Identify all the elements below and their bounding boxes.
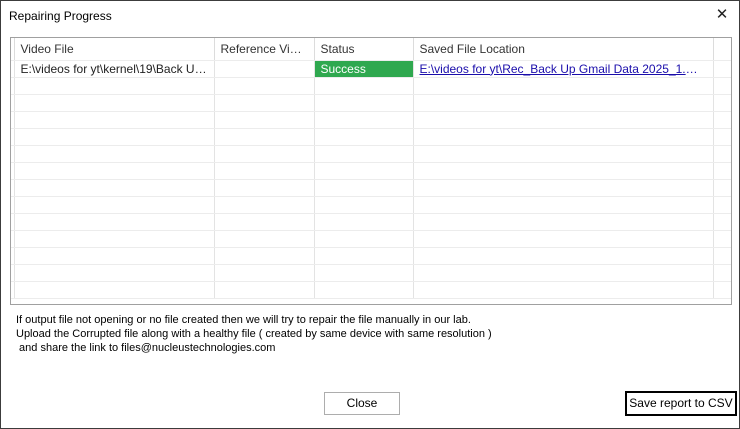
- empty-table-row: [11, 281, 731, 299]
- empty-table-row: [11, 213, 731, 231]
- results-table: Video File Reference Video... Status Sav…: [11, 38, 731, 299]
- empty-table-row: [11, 111, 731, 129]
- help-notes: If output file not opening or no file cr…: [16, 313, 492, 355]
- cell-saved-location-link[interactable]: E:\videos for yt\Rec_Back Up Gmail Data …: [413, 60, 714, 78]
- save-report-csv-button[interactable]: Save report to CSV: [625, 391, 737, 416]
- header-row: Video File Reference Video... Status Sav…: [11, 38, 731, 61]
- note-line: and share the link to files@nucleustechn…: [16, 342, 276, 354]
- repairing-progress-dialog: Repairing Progress ✕ Video File Referenc…: [0, 0, 740, 429]
- empty-table-row: [11, 196, 731, 214]
- empty-table-row: [11, 94, 731, 112]
- empty-table-row: [11, 179, 731, 197]
- empty-table-row: [11, 145, 731, 163]
- column-header-video-file[interactable]: Video File: [14, 38, 215, 61]
- cell-reference-video[interactable]: [214, 60, 315, 78]
- empty-table-row: [11, 230, 731, 248]
- note-line: Upload the Corrupted file along with a h…: [16, 328, 492, 340]
- empty-table-row: [11, 247, 731, 265]
- empty-table-row: [11, 264, 731, 282]
- empty-table-row: [11, 128, 731, 146]
- note-line: If output file not opening or no file cr…: [16, 314, 471, 326]
- column-header-reference-video[interactable]: Reference Video...: [214, 38, 315, 61]
- cell-status[interactable]: Success: [314, 60, 414, 78]
- close-icon[interactable]: ✕: [713, 6, 731, 24]
- results-grid: Video File Reference Video... Status Sav…: [10, 37, 732, 305]
- table-row[interactable]: E:\videos for yt\kernel\19\Back Up G... …: [11, 60, 731, 78]
- dialog-title: Repairing Progress: [9, 9, 112, 23]
- empty-table-row: [11, 77, 731, 95]
- column-header-status[interactable]: Status: [314, 38, 414, 61]
- close-button[interactable]: Close: [324, 392, 400, 415]
- column-header-saved-location[interactable]: Saved File Location: [413, 38, 714, 61]
- empty-table-row: [11, 162, 731, 180]
- column-header-filler: [713, 38, 731, 61]
- cell-video-file[interactable]: E:\videos for yt\kernel\19\Back Up G...: [14, 60, 215, 78]
- title-bar: Repairing Progress ✕: [1, 1, 739, 31]
